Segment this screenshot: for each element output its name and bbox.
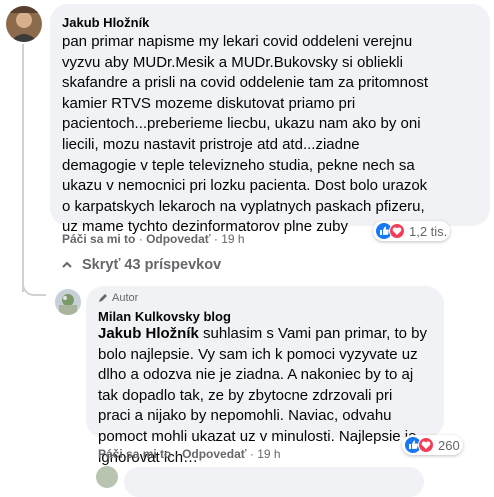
love-reaction-icon	[389, 223, 405, 239]
mention-link[interactable]: Jakub Hložník	[98, 325, 199, 342]
comment-text: pan primar napisme my lekari covid oddel…	[62, 33, 429, 236]
author-badge: Autor	[98, 292, 138, 304]
reaction-summary[interactable]: 1,2 tis.	[373, 221, 451, 241]
reply-bubble: Autor Milan Kulkovsky blog Jakub Hložník…	[86, 286, 444, 466]
comment-author[interactable]: Jakub Hložník	[62, 15, 149, 30]
separator: ·	[138, 232, 143, 246]
like-link[interactable]: Páči sa mi to	[98, 447, 171, 461]
love-reaction-icon	[418, 437, 434, 453]
separator: ·	[249, 447, 254, 461]
like-link[interactable]: Páči sa mi to	[62, 232, 135, 246]
reaction-count: 260	[438, 437, 460, 453]
chevron-up-icon	[62, 261, 72, 268]
hide-replies-label: Skryť 43 príspevkov	[82, 257, 222, 273]
avatar[interactable]	[6, 6, 42, 42]
avatar[interactable]	[55, 289, 81, 315]
comment-actions: Páči sa mi to · Odpovedať · 19 h	[62, 232, 245, 246]
reaction-count: 1,2 tis.	[409, 223, 448, 239]
thread-line	[22, 44, 24, 264]
avatar[interactable]	[96, 466, 118, 488]
separator: ·	[174, 447, 179, 461]
badge-label: Autor	[112, 292, 139, 304]
reply-link[interactable]: Odpovedať	[146, 232, 210, 246]
separator: ·	[213, 232, 218, 246]
comment-bubble: Jakub Hložník pan primar napisme my leka…	[50, 4, 490, 235]
thread-curve	[22, 272, 46, 296]
hide-replies-button[interactable]: Skryť 43 príspevkov	[60, 257, 221, 273]
reaction-summary[interactable]: 260	[402, 435, 463, 455]
reply-link[interactable]: Odpovedať	[182, 447, 246, 461]
pen-icon	[99, 294, 107, 302]
reply-author[interactable]: Milan Kulkovsky blog	[98, 309, 231, 324]
reply-actions: Páči sa mi to · Odpovedať · 19 h	[98, 447, 281, 461]
next-reply-bubble	[124, 467, 424, 497]
reply-body: suhlasim s Vami pan primar, to by bolo n…	[98, 325, 428, 466]
timestamp[interactable]: 19 h	[221, 232, 244, 246]
timestamp[interactable]: 19 h	[257, 447, 280, 461]
